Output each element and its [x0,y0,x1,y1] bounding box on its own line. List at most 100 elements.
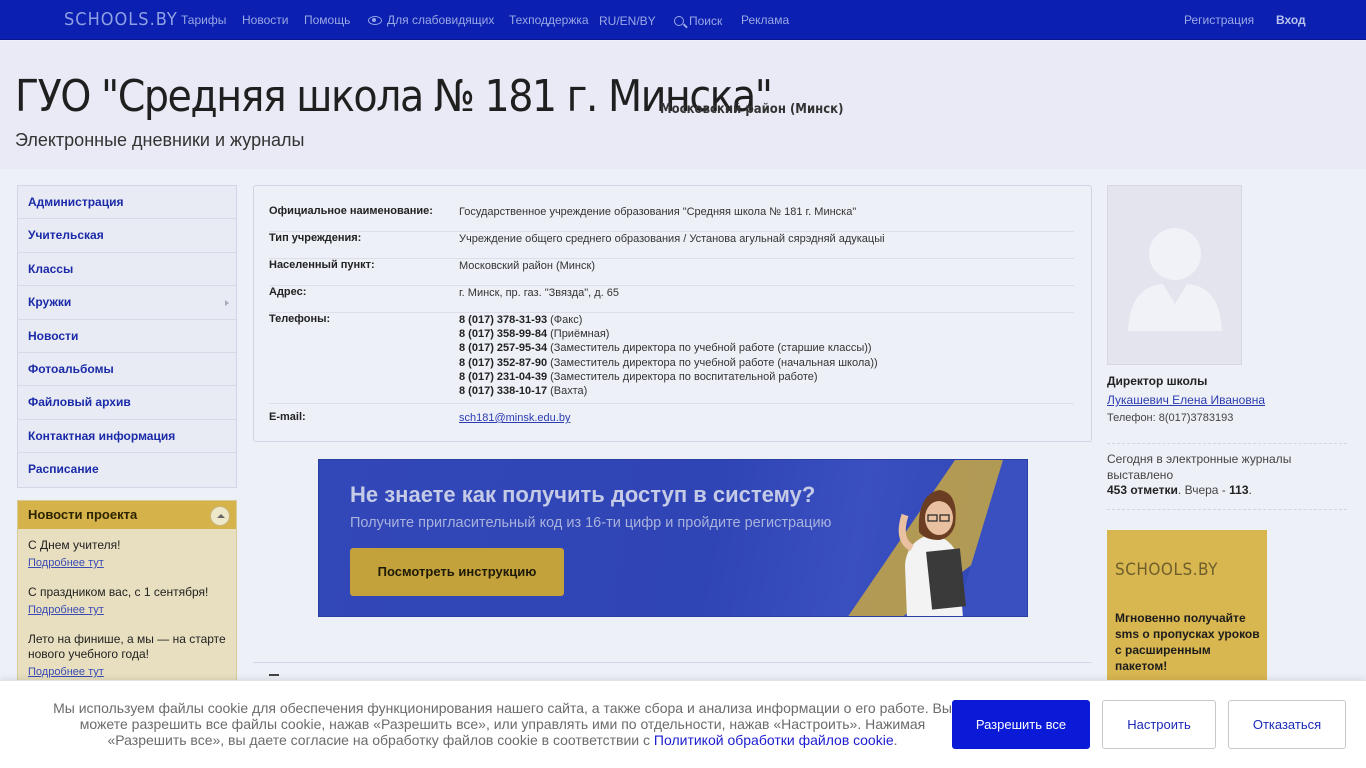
director-role: Директор школы [1107,374,1208,388]
info-row-phones: Телефоны: 8 (017) 378-31-93 (Факс) 8 (01… [269,313,1074,404]
cookie-policy-link[interactable]: Политикой обработки файлов cookie [654,732,894,748]
director-avatar [1107,185,1242,365]
top-navbar: SCHOOLS.BY Тарифы Новости Помощь Для сла… [0,0,1366,40]
banner-subtitle: Получите пригласительный код из 16-ти ци… [350,515,832,531]
view-instructions-button[interactable]: Посмотреть инструкцию [350,548,564,596]
sidebar-item-photo-albums[interactable]: Фотоальбомы [18,353,236,387]
phone-note: (Заместитель директора по учебной работе… [550,342,872,355]
header-subtitle: Электронные дневники и журналы [15,130,305,150]
woman-illustration [898,490,966,616]
site-logo[interactable]: SCHOOLS.BY [64,9,178,30]
nav-accessibility-label: Для слабовидящих [387,13,495,27]
info-value: Учреждение общего среднего образования /… [459,233,885,245]
nav-help-link[interactable]: Помощь [304,13,350,27]
news-item-more-link[interactable]: Подробнее тут [28,666,226,678]
phone-number: 8 (017) 231-04-39 [459,370,548,383]
register-link[interactable]: Регистрация [1184,13,1254,27]
collapse-toggle-icon[interactable] [210,506,230,526]
info-label: Населенный пункт: [269,259,375,271]
news-item-more-link[interactable]: Подробнее тут [28,604,226,616]
info-value: Московский район (Минск) [459,260,595,272]
info-row-official-name: Официальное наименование: Государственно… [269,205,1074,232]
sidebar-item-schedule[interactable]: Расписание [18,453,236,486]
info-label: Телефоны: [269,313,331,325]
school-district: Московский район (Минск) [660,102,844,117]
access-instructions-banner[interactable]: Не знаете как получить доступ в систему?… [318,459,1028,617]
divider [1107,509,1347,510]
phone-entry: 8 (017) 231-04-39 (Заместитель директора… [459,370,878,384]
phone-entry: 8 (017) 358-99-84 (Приёмная) [459,327,878,341]
news-item-text: Лето на финише, а мы — на старте нового … [28,632,226,661]
stats-end: . [1248,483,1252,497]
info-row-locality: Населенный пункт: Московский район (Минс… [269,259,1074,286]
info-label: E-mail: [269,411,306,423]
phone-entry: 8 (017) 352-87-90 (Заместитель директора… [459,356,878,370]
sidebar-item-contacts[interactable]: Контактная информация [18,420,236,454]
chevron-right-icon [225,300,229,307]
ad-text: Мгновенно получайте sms о пропусках урок… [1115,611,1260,673]
stats-text: Сегодня в электронные журналы выставлено [1107,452,1292,482]
phone-entry: 8 (017) 338-10-17 (Вахта) [459,384,878,398]
school-title: ГУО "Средняя школа № 181 г. Минска" [15,71,773,122]
director-name-link[interactable]: Лукашевич Елена Ивановна [1107,393,1265,407]
info-value: г. Минск, пр. газ. "Звязда", д. 65 [459,287,620,299]
nav-search-link[interactable]: Поиск [674,14,722,28]
sms-ad-banner[interactable]: SCHOOLS.BY Мгновенно получайте sms о про… [1107,530,1267,690]
news-item-more-link[interactable]: Подробнее тут [28,557,226,569]
eye-icon [368,16,382,25]
login-link[interactable]: Вход [1276,13,1306,27]
phone-note: (Вахта) [550,385,588,398]
phone-entry: 8 (017) 378-31-93 (Факс) [459,313,878,327]
nav-tariffs-link[interactable]: Тарифы [181,13,226,27]
sidebar-item-clubs[interactable]: Кружки [18,286,236,320]
nav-ads-link[interactable]: Реклама [741,13,789,27]
sidebar-item-classes[interactable]: Классы [18,253,236,287]
phone-note: (Приёмная) [550,328,610,341]
grades-stats: Сегодня в электронные журналы выставлено… [1107,452,1347,499]
sidebar-menu: Администрация Учительская Классы Кружки … [17,185,237,488]
info-label: Адрес: [269,286,307,298]
content-divider [253,662,1092,663]
info-row-type: Тип учреждения: Учреждение общего средне… [269,232,1074,259]
phone-number: 8 (017) 358-99-84 [459,328,548,341]
allow-all-button[interactable]: Разрешить все [952,700,1090,749]
news-item: Лето на финише, а мы — на старте нового … [18,632,236,678]
configure-button[interactable]: Настроить [1102,700,1216,749]
phone-note: (Заместитель директора по воспитательной… [550,370,818,383]
project-news-header: Новости проекта [18,501,236,529]
cookie-consent-bar: Мы используем файлы cookie для обеспечен… [0,680,1366,768]
project-news-title: Новости проекта [28,507,138,522]
divider [1107,443,1347,444]
phone-number: 8 (017) 338-10-17 [459,385,548,398]
info-label: Тип учреждения: [269,232,362,244]
cookie-message-end: . [893,732,898,748]
email-link[interactable]: sch181@minsk.edu.by [459,412,570,424]
info-row-email: E-mail: sch181@minsk.edu.by [269,411,1074,431]
phone-number: 8 (017) 257-95-34 [459,342,548,355]
nav-search-label: Поиск [689,14,723,28]
search-icon [674,16,684,26]
director-phone: Телефон: 8(017)3783193 [1107,412,1234,424]
nav-language-switch[interactable]: RU/EN/BY [599,14,656,28]
sidebar-item-administration[interactable]: Администрация [18,186,236,220]
sidebar-item-news[interactable]: Новости [18,320,236,353]
sidebar-item-staffroom[interactable]: Учительская [18,219,236,253]
sidebar-item-file-archive[interactable]: Файловый архив [18,386,236,420]
nav-news-link[interactable]: Новости [242,13,288,27]
nav-accessibility-link[interactable]: Для слабовидящих [368,13,494,27]
phone-entry: 8 (017) 257-95-34 (Заместитель директора… [459,341,878,355]
info-row-address: Адрес: г. Минск, пр. газ. "Звязда", д. 6… [269,286,1074,313]
phone-note: (Заместитель директора по учебной работе… [550,356,878,369]
news-item-text: С праздником вас, с 1 сентября! [28,585,209,599]
nav-support-link[interactable]: Техподдержка [509,13,589,27]
stats-today: 453 отметки [1107,483,1178,497]
refuse-button[interactable]: Отказаться [1228,700,1346,749]
phone-number: 8 (017) 378-31-93 [459,314,548,326]
phone-note: (Факс) [550,314,583,326]
school-header: ГУО "Средняя школа № 181 г. Минска" Моск… [0,41,1366,169]
news-item: С Днем учителя! Подробнее тут [18,538,236,569]
school-info-table: Официальное наименование: Государственно… [253,185,1092,442]
stats-yesterday-label: . Вчера - [1177,483,1230,497]
sidebar-item-label: Кружки [28,295,72,310]
project-news-panel: Новости проекта С Днем учителя! Подробне… [17,500,237,690]
